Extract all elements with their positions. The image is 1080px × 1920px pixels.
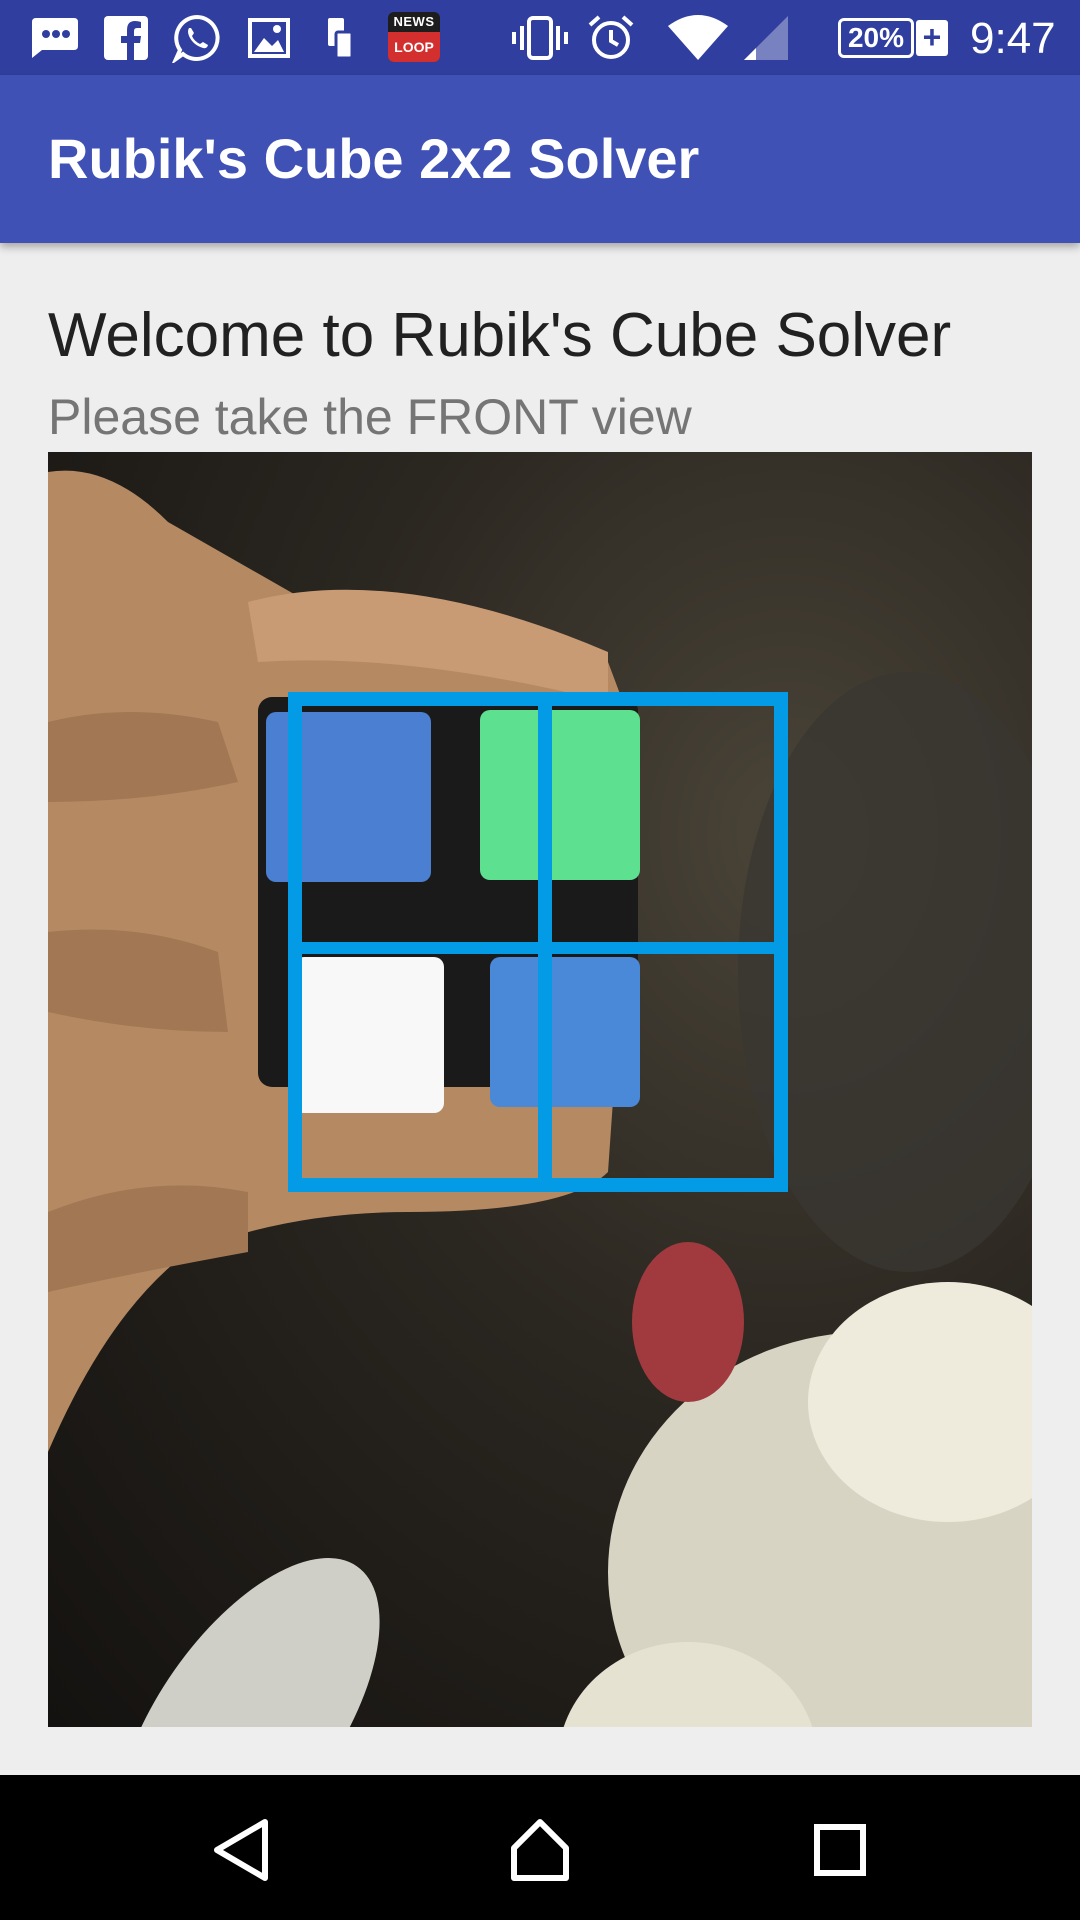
cube-grid-overlay: [288, 692, 788, 1192]
alarm-icon: [586, 10, 636, 66]
news-badge-bottom: LOOP: [388, 32, 440, 62]
welcome-heading: Welcome to Rubik's Cube Solver: [48, 301, 952, 370]
status-bar: NEWS LOOP 20% + 9:47: [0, 0, 1080, 75]
clock: 9:47: [970, 14, 1056, 63]
wifi-icon: [668, 10, 728, 66]
home-icon[interactable]: [495, 1805, 585, 1895]
battery-indicator: 20%: [838, 18, 914, 58]
recents-icon[interactable]: [795, 1805, 885, 1895]
app-title: Rubik's Cube 2x2 Solver: [48, 127, 700, 190]
signal-icon: [742, 10, 790, 66]
news-loop-icon: NEWS LOOP: [388, 12, 440, 62]
whatsapp-icon: [172, 10, 222, 66]
navigation-bar: [0, 1775, 1080, 1920]
gallery-icon: [248, 10, 290, 66]
device-icon: [326, 10, 356, 66]
messages-icon: [26, 10, 80, 66]
charging-icon: +: [916, 20, 948, 56]
facebook-icon: [104, 10, 148, 66]
grid-horizontal-divider: [288, 942, 788, 954]
camera-preview[interactable]: [48, 452, 1032, 1727]
back-icon[interactable]: [196, 1805, 286, 1895]
news-badge-top: NEWS: [393, 14, 435, 29]
instruction-text: Please take the FRONT view: [48, 389, 692, 445]
app-bar: Rubik's Cube 2x2 Solver: [0, 75, 1080, 243]
vibrate-icon: [512, 10, 568, 66]
